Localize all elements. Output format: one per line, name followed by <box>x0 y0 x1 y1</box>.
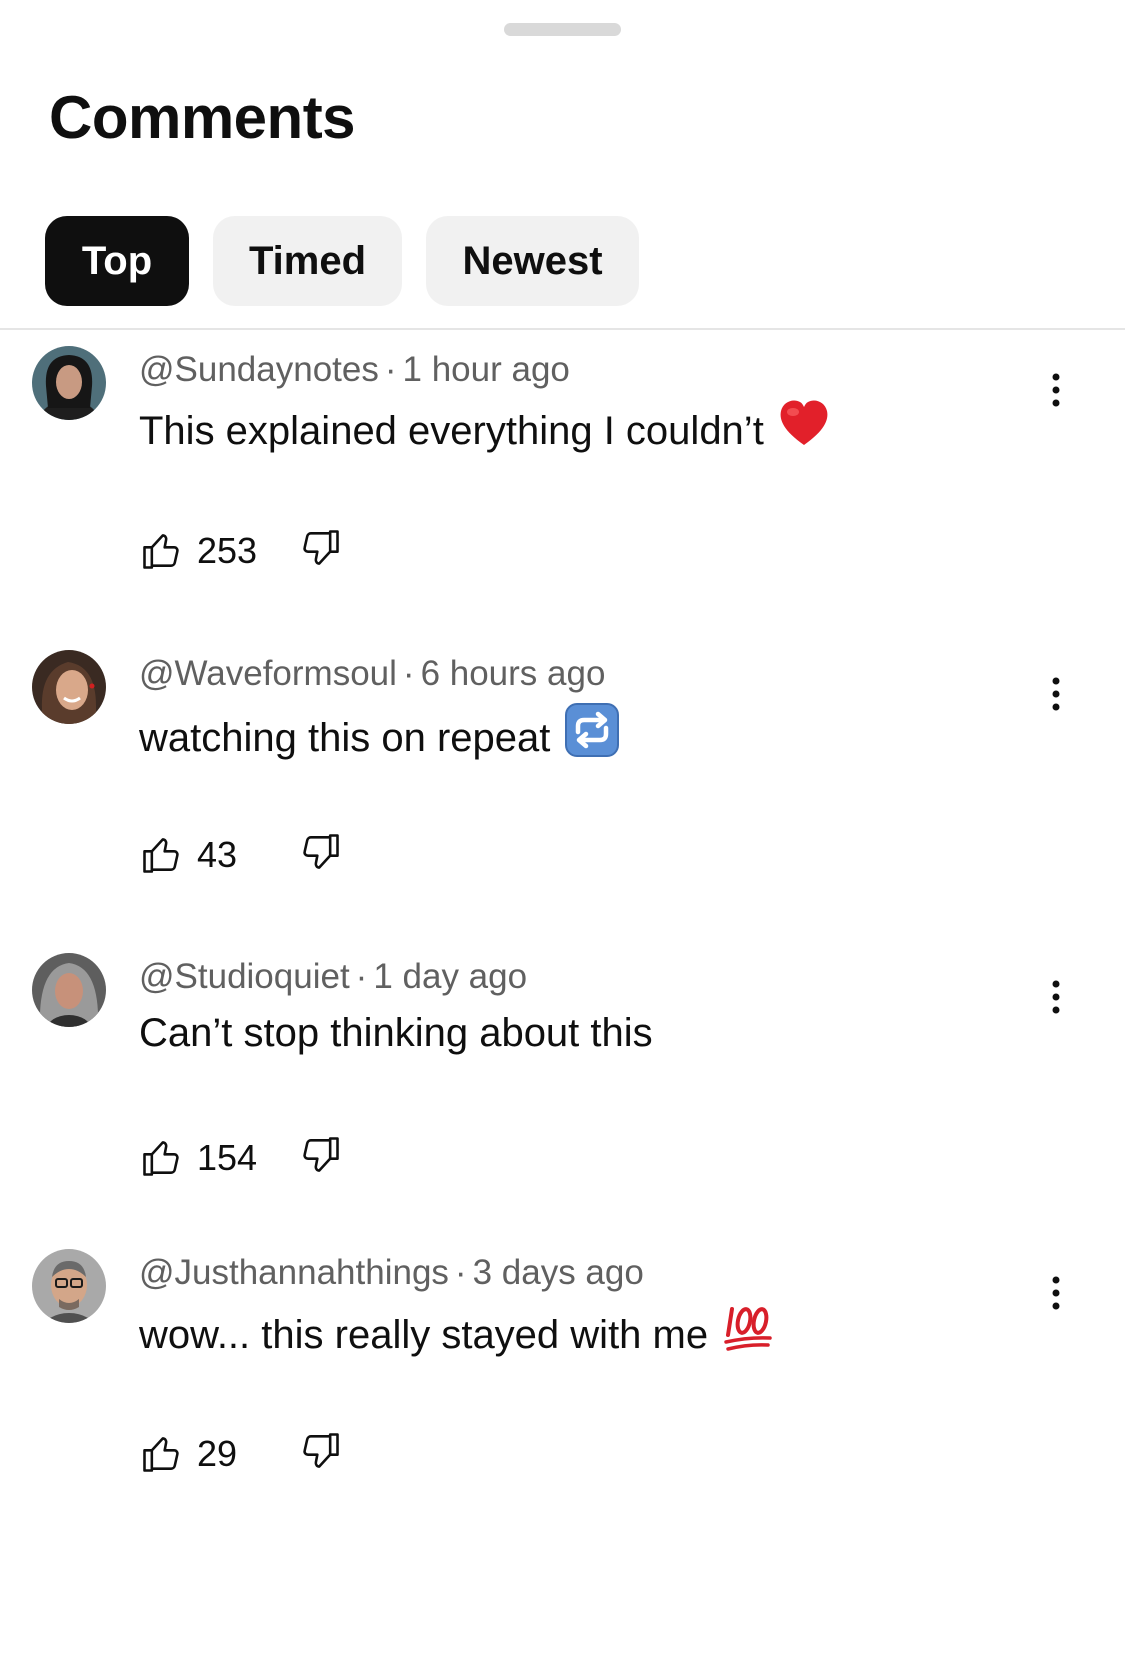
comment-time: 3 days ago <box>472 1253 644 1292</box>
tab-newest[interactable]: Newest <box>426 216 639 306</box>
comment-author[interactable]: @Sundaynotes <box>139 350 379 389</box>
divider <box>0 328 1125 330</box>
comment-text-row: wow... this really stayed with me <box>139 1301 774 1368</box>
drag-handle[interactable] <box>504 23 621 36</box>
more-vertical-icon <box>1052 677 1060 711</box>
comments-sheet: Comments Top Timed Newest @Sundaynotes · 1… <box>0 0 1125 1671</box>
comment-actions: 29 <box>139 1429 339 1479</box>
comment-meta: @Justhannahthings · 3 days ago <box>139 1251 644 1295</box>
thumbs-up-icon <box>143 534 179 569</box>
comment-item: @Waveformsoul · 6 hours ago watching this … <box>0 650 1125 950</box>
comment-item: @Sundaynotes · 1 hour ago This explained e… <box>0 346 1125 646</box>
comment-text-row: Can’t stop thinking about this <box>139 1005 653 1061</box>
comment-text-row: This explained everything I couldn’t <box>139 398 830 463</box>
comment-item: @Justhannahthings · 3 days ago wow... this… <box>0 1249 1125 1549</box>
thumbs-up-icon <box>143 1141 179 1176</box>
dislike-button[interactable] <box>299 830 343 879</box>
comment-text-row: watching this on repeat <box>139 702 620 773</box>
comment-meta: @Studioquiet · 1 day ago <box>139 955 527 999</box>
dislike-button[interactable] <box>299 526 343 575</box>
comment-text: wow... this really stayed with me <box>139 1312 709 1357</box>
like-count: 253 <box>197 530 258 571</box>
like-button[interactable]: 43 <box>139 833 237 877</box>
comment-time: 1 day ago <box>373 957 528 996</box>
comment-actions: 154 <box>139 1133 339 1183</box>
more-options-button[interactable] <box>1040 1263 1072 1323</box>
comment-author[interactable]: @Justhannahthings <box>139 1253 449 1292</box>
more-vertical-icon <box>1052 1276 1060 1310</box>
tab-top[interactable]: Top <box>45 216 189 306</box>
more-vertical-icon <box>1052 373 1060 407</box>
comment-actions: 43 <box>139 830 339 880</box>
thumbs-up-icon <box>143 1437 179 1472</box>
page-title: Comments <box>49 84 356 151</box>
comment-text: Can’t stop thinking about this <box>139 1011 653 1055</box>
comment-item: @Studioquiet · 1 day ago Can’t stop thinki… <box>0 953 1125 1253</box>
dislike-button[interactable] <box>299 1429 343 1478</box>
comment-meta: @Waveformsoul · 6 hours ago <box>139 652 605 696</box>
meta-separator: · <box>355 957 368 996</box>
comment-author[interactable]: @Waveformsoul <box>139 654 397 693</box>
more-options-button[interactable] <box>1040 967 1072 1027</box>
like-button[interactable]: 253 <box>139 529 257 573</box>
comment-meta: @Sundaynotes · 1 hour ago <box>139 348 570 392</box>
like-button[interactable]: 154 <box>139 1136 257 1180</box>
comment-text: This explained everything I couldn’t <box>139 408 764 453</box>
repeat-button-emoji <box>564 702 620 773</box>
avatar[interactable] <box>32 1249 106 1323</box>
meta-separator: · <box>402 654 415 693</box>
hundred-points-emoji <box>722 1301 774 1368</box>
thumbs-down-icon <box>303 530 339 565</box>
like-count: 154 <box>197 1137 258 1178</box>
like-button[interactable]: 29 <box>139 1432 237 1476</box>
dislike-button[interactable] <box>299 1133 343 1182</box>
like-count: 29 <box>197 1433 238 1474</box>
meta-separator: · <box>384 350 397 389</box>
thumbs-up-icon <box>143 838 179 873</box>
comment-time: 6 hours ago <box>420 654 606 693</box>
avatar[interactable] <box>32 650 106 724</box>
avatar[interactable] <box>32 953 106 1027</box>
thumbs-down-icon <box>303 1137 339 1172</box>
thumbs-down-icon <box>303 1433 339 1468</box>
avatar[interactable] <box>32 346 106 420</box>
more-vertical-icon <box>1052 980 1060 1014</box>
more-options-button[interactable] <box>1040 664 1072 724</box>
sort-tabs: Top Timed Newest <box>45 216 639 306</box>
thumbs-down-icon <box>303 834 339 869</box>
red-heart-emoji <box>778 398 830 463</box>
more-options-button[interactable] <box>1040 360 1072 420</box>
like-count: 43 <box>197 834 238 875</box>
tab-timed[interactable]: Timed <box>213 216 402 306</box>
comment-time: 1 hour ago <box>402 350 570 389</box>
comment-actions: 253 <box>139 526 339 576</box>
comment-author[interactable]: @Studioquiet <box>139 957 350 996</box>
comment-text: watching this on repeat <box>139 715 551 760</box>
meta-separator: · <box>454 1253 467 1292</box>
